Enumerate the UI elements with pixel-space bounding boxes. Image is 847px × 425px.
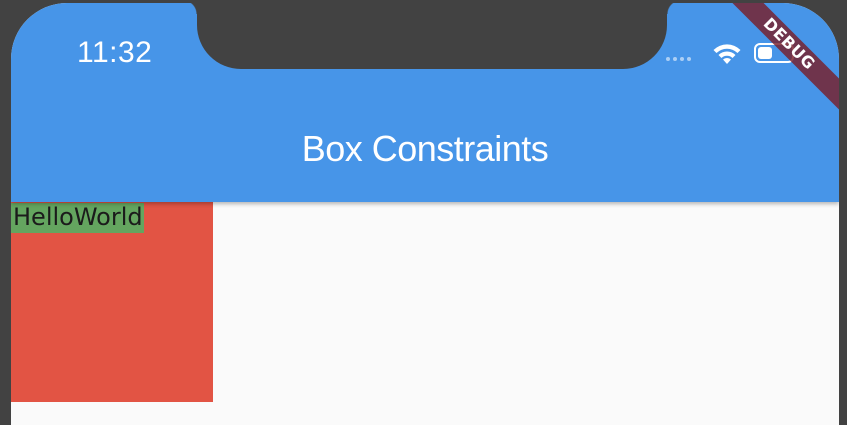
hello-world-text: HelloWorld [11, 203, 144, 233]
phone-screen: 11:32 Box Constraints HelloWorld DEBUG [11, 3, 839, 425]
app-bar-title: Box Constraints [301, 128, 549, 169]
status-time: 11:32 [77, 36, 153, 69]
device-notch [183, 3, 681, 69]
signal-dots-icon [666, 57, 691, 61]
wifi-icon [713, 44, 741, 64]
page-body: HelloWorld [11, 202, 839, 425]
